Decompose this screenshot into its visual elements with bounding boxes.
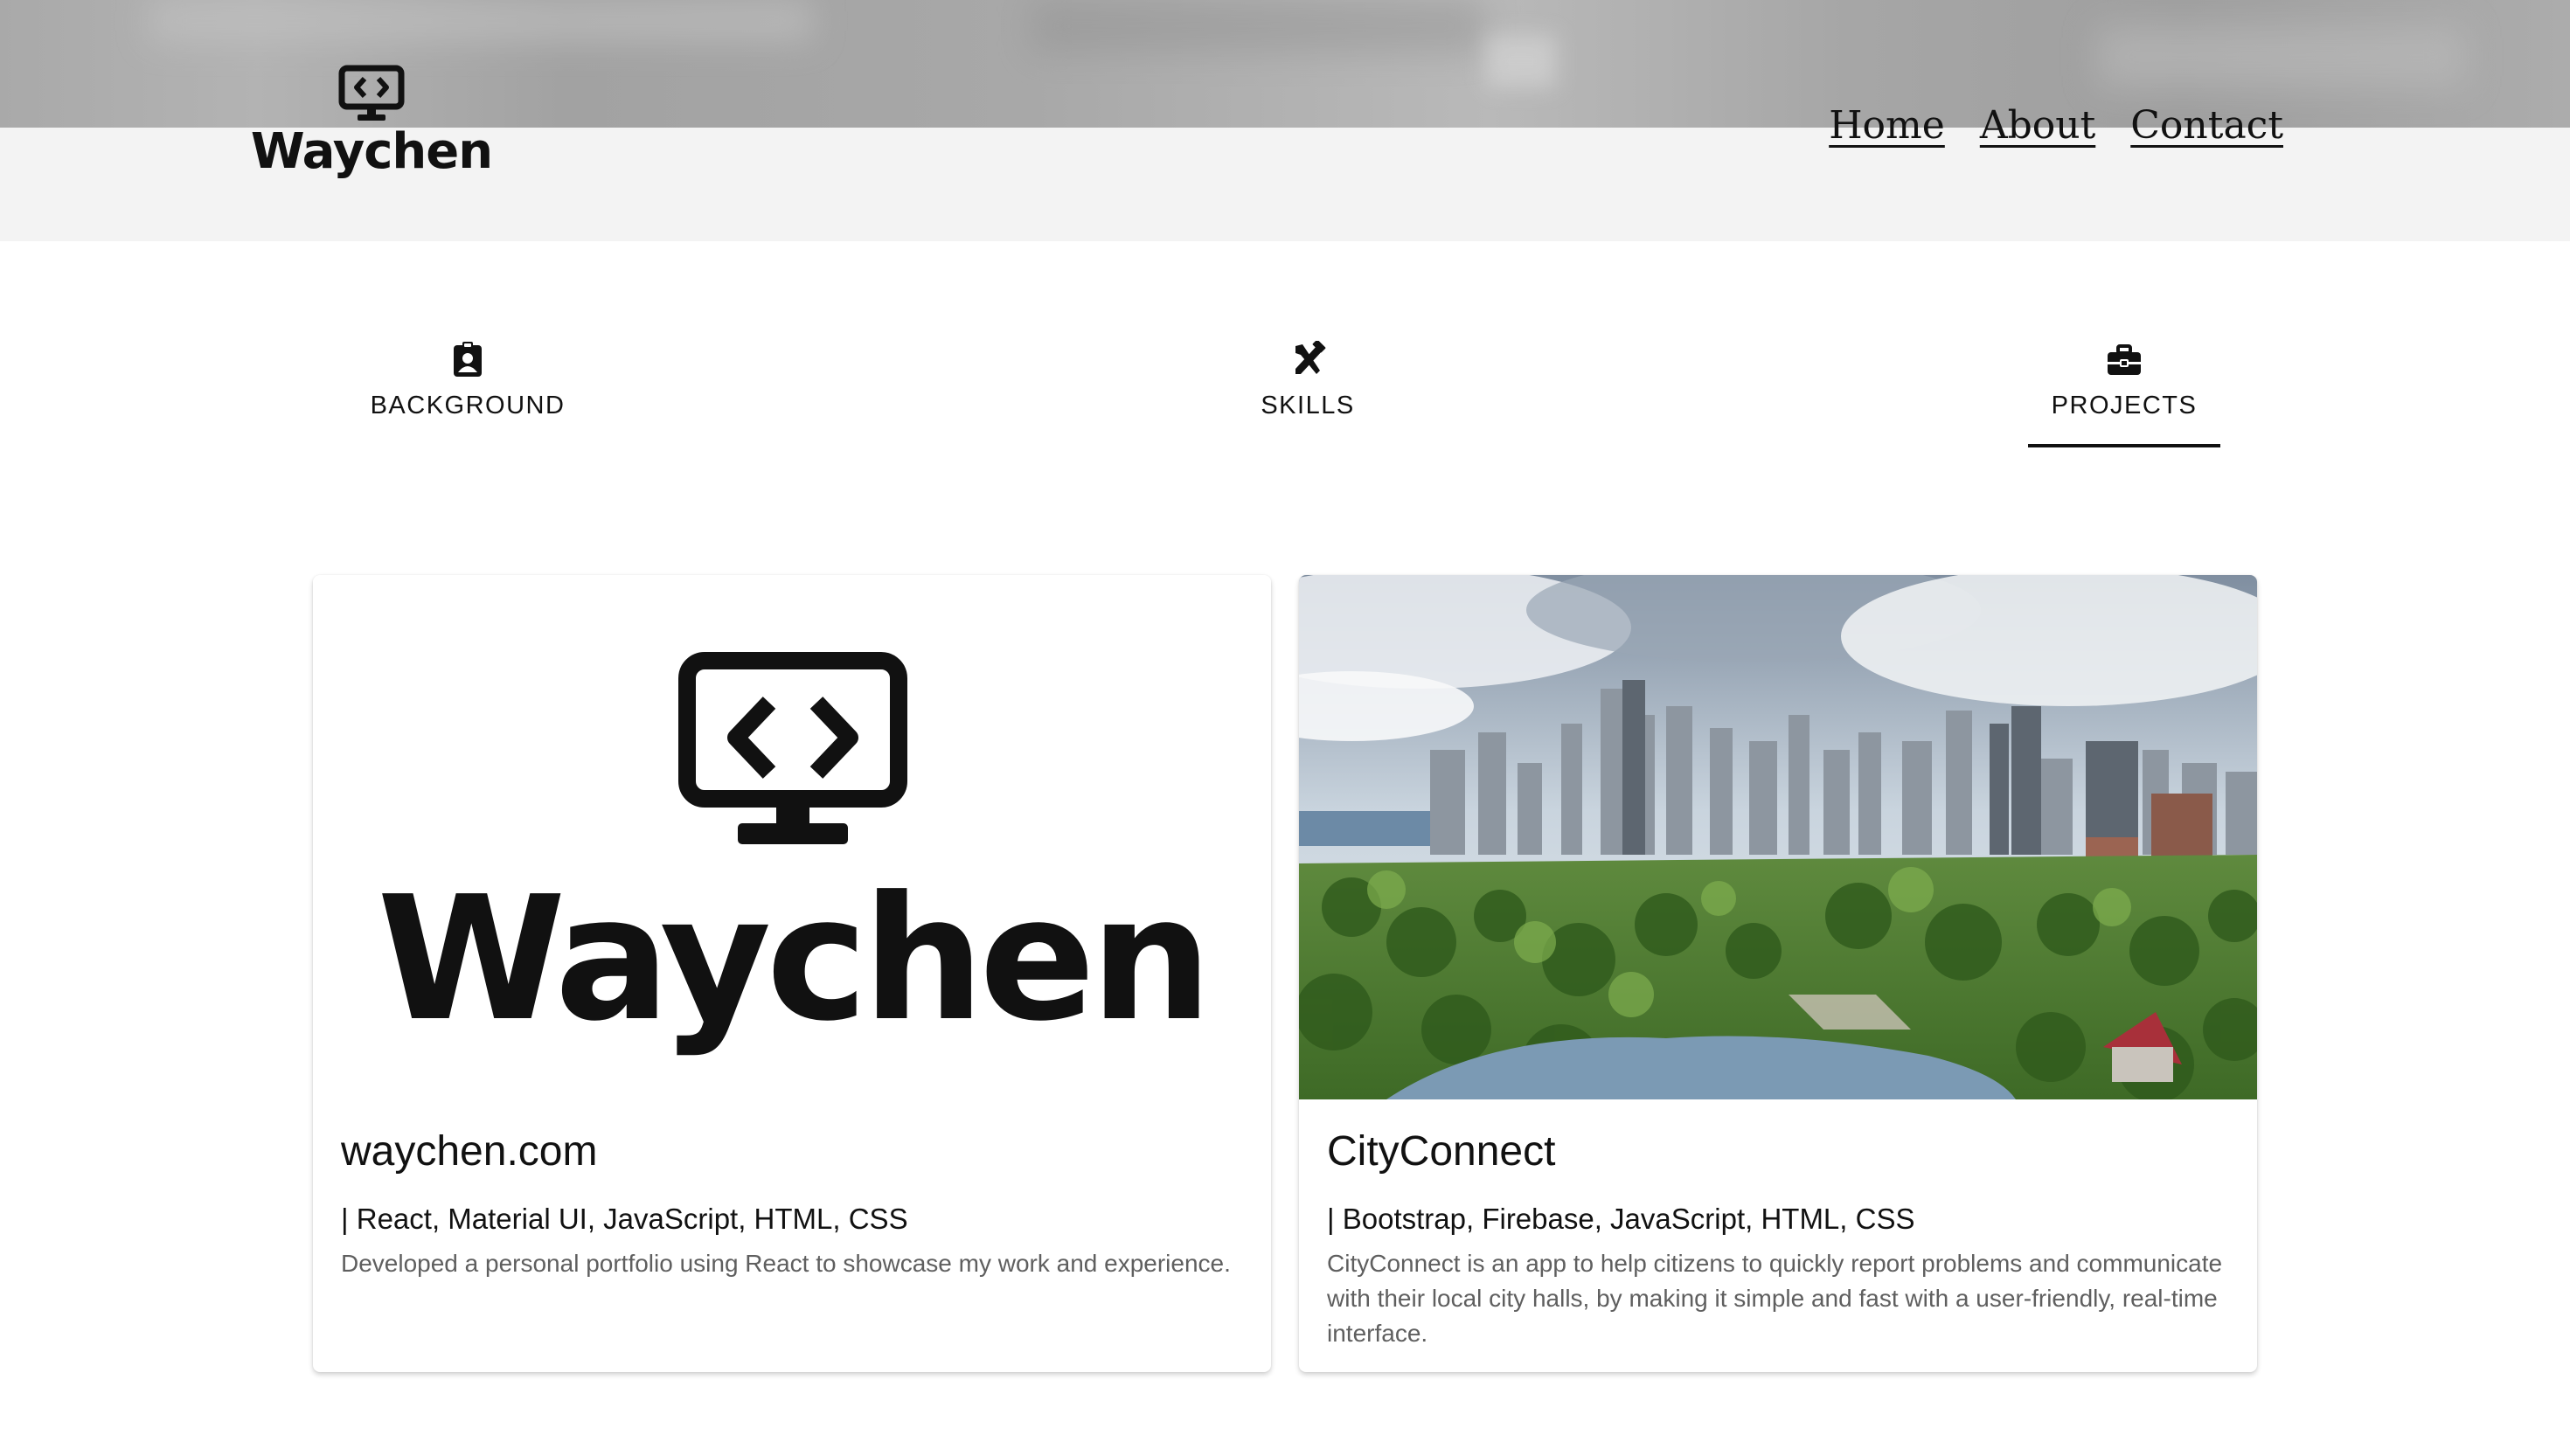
project-card[interactable]: Waychen waychen.com | React, Material UI…: [313, 575, 1271, 1372]
badge-icon: [454, 342, 482, 377]
project-image-wordmark: Waychen: [377, 860, 1212, 1059]
nav-home-link[interactable]: Home: [1829, 103, 1945, 148]
city-skyline-photo: [1299, 575, 2257, 1099]
tab-skills-label: SKILLS: [1261, 392, 1355, 419]
project-description: Developed a personal portfolio using Rea…: [341, 1250, 1231, 1277]
monitor-code-icon: [678, 652, 907, 844]
project-tech-stack: | React, Material UI, JavaScript, HTML, …: [341, 1203, 908, 1235]
nav-contact-link[interactable]: Contact: [2130, 103, 2283, 148]
project-card[interactable]: CityConnect | Bootstrap, Firebase, JavaS…: [1299, 575, 2257, 1372]
project-tech-stack: | Bootstrap, Firebase, JavaScript, HTML,…: [1327, 1203, 1915, 1235]
logo-wordmark: Waychen: [250, 123, 493, 180]
project-image-logo: Waychen: [313, 575, 1271, 1099]
project-title: CityConnect: [1327, 1128, 1556, 1175]
project-title: waychen.com: [341, 1128, 598, 1175]
monitor-code-icon: [338, 65, 405, 121]
main-nav: Home About Contact: [1829, 103, 2283, 148]
site-logo[interactable]: Waychen: [251, 65, 493, 189]
tab-background[interactable]: BACKGROUND: [328, 341, 608, 447]
briefcase-icon: [2108, 344, 2141, 375]
tab-skills[interactable]: SKILLS: [1168, 341, 1448, 447]
nav-about-link[interactable]: About: [1980, 103, 2095, 148]
tab-projects[interactable]: PROJECTS: [1984, 341, 2264, 447]
tools-icon: [1295, 341, 1326, 374]
project-description: CityConnect is an app to help citizens t…: [1327, 1250, 2223, 1347]
tab-projects-label: PROJECTS: [2051, 392, 2198, 419]
tab-background-label: BACKGROUND: [370, 392, 566, 419]
